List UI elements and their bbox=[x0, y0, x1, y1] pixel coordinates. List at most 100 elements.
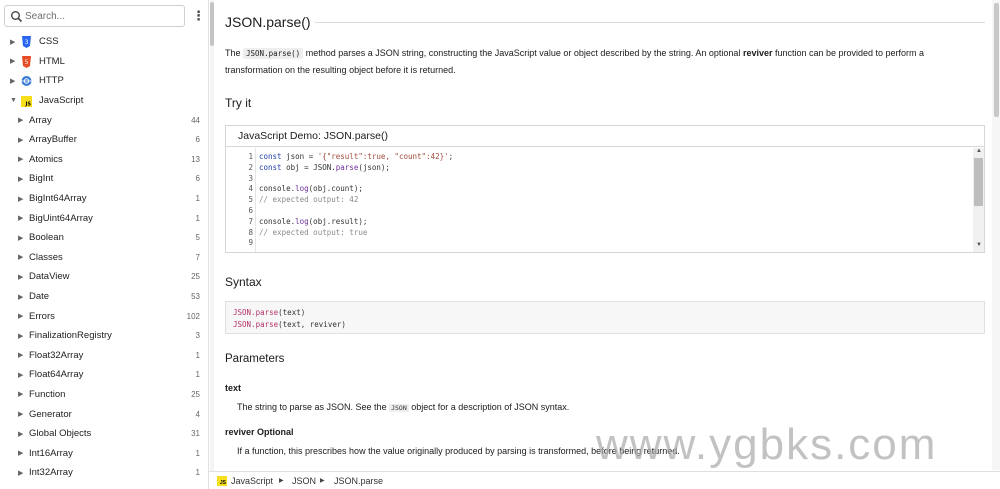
main-scrollbar-thumb[interactable] bbox=[994, 3, 999, 117]
tree-item-http[interactable]: ▶ HTTP bbox=[0, 71, 208, 91]
expand-arrow-icon[interactable]: ▶ bbox=[18, 175, 23, 183]
tree-item-css[interactable]: ▶ 3 CSS bbox=[0, 32, 208, 52]
item-count: 102 bbox=[186, 311, 200, 321]
sidebar-item-bigint64array[interactable]: ▶ BigInt64Array 1 bbox=[0, 189, 208, 209]
sidebar-item-function[interactable]: ▶ Function 25 bbox=[0, 385, 208, 405]
expand-arrow-icon[interactable]: ▶ bbox=[18, 116, 23, 124]
expand-arrow-icon[interactable]: ▶ bbox=[10, 77, 15, 85]
item-count: 6 bbox=[195, 135, 200, 145]
intro-paragraph: The JSON.parse() method parses a JSON st… bbox=[225, 45, 965, 78]
expand-arrow-icon[interactable]: ▶ bbox=[18, 312, 23, 320]
js-square-icon: JS bbox=[21, 95, 32, 107]
sidebar-item-int16array[interactable]: ▶ Int16Array 1 bbox=[0, 443, 208, 463]
line-number: 7 bbox=[248, 216, 253, 226]
code-line: 3 bbox=[226, 173, 971, 184]
svg-text:3: 3 bbox=[25, 39, 29, 46]
tree-item-label: JavaScript bbox=[39, 95, 84, 107]
sidebar-item-biguint64array[interactable]: ▶ BigUint64Array 1 bbox=[0, 208, 208, 228]
expand-arrow-icon[interactable]: ▶ bbox=[18, 273, 23, 281]
intro-text: method parses a JSON string, constructin… bbox=[303, 48, 743, 58]
http-globe-icon bbox=[21, 76, 32, 87]
sidebar-item-date[interactable]: ▶ Date 53 bbox=[0, 287, 208, 307]
sidebar-item-int32array[interactable]: ▶ Int32Array 1 bbox=[0, 463, 208, 483]
sidebar: ⋮ ▶ 3 CSS ▶ 5 HTML ▶ HTTP ▼ JS JavaScrip… bbox=[0, 0, 209, 489]
sidebar-item-dataview[interactable]: ▶ DataView 25 bbox=[0, 267, 208, 287]
sidebar-item-bigint[interactable]: ▶ BigInt 6 bbox=[0, 169, 208, 189]
breadcrumb-item[interactable]: JavaScript bbox=[231, 476, 273, 486]
sidebar-scrollbar-thumb[interactable] bbox=[210, 2, 214, 46]
code-line: 6 bbox=[226, 205, 971, 216]
syntax-args: (text, reviver) bbox=[278, 320, 346, 329]
expand-arrow-icon[interactable]: ▶ bbox=[18, 195, 23, 203]
sidebar-item-finalizationregistry[interactable]: ▶ FinalizationRegistry 3 bbox=[0, 326, 208, 346]
code-line: 9 bbox=[226, 237, 971, 248]
editor-scrollbar-thumb[interactable] bbox=[974, 158, 983, 206]
more-options-icon[interactable]: ⋮ bbox=[192, 7, 205, 25]
search-icon bbox=[11, 11, 23, 23]
expand-arrow-icon[interactable]: ▶ bbox=[18, 155, 23, 163]
sidebar-scrollbar[interactable] bbox=[210, 0, 214, 489]
syntax-line: JSON.parse(text, reviver) bbox=[233, 320, 346, 329]
sidebar-item-float64array[interactable]: ▶ Float64Array 1 bbox=[0, 365, 208, 385]
json-link[interactable]: JSON bbox=[389, 404, 409, 412]
javascript-sub-list: ▶ Array 44 ▶ ArrayBuffer 6 ▶ Atomics 13 ▶ BigInt 6 ▶… bbox=[0, 110, 208, 482]
expand-arrow-icon[interactable]: ▶ bbox=[18, 293, 23, 301]
breadcrumb-item[interactable]: JSON bbox=[292, 476, 316, 486]
sidebar-item-array[interactable]: ▶ Array 44 bbox=[0, 110, 208, 130]
line-number: 5 bbox=[248, 195, 253, 205]
expand-arrow-icon[interactable]: ▶ bbox=[18, 469, 23, 477]
code-editor[interactable]: 1 const json = '{"result":true, "count":4… bbox=[226, 148, 971, 252]
main-content: JSON.parse() The JSON.parse() method par… bbox=[215, 0, 986, 470]
expand-arrow-icon[interactable]: ▶ bbox=[18, 371, 23, 379]
sidebar-item-classes[interactable]: ▶ Classes 7 bbox=[0, 248, 208, 268]
expand-arrow-icon[interactable]: ▶ bbox=[18, 214, 23, 222]
syntax-args: (text) bbox=[278, 308, 306, 317]
chevron-right-icon: ▶ bbox=[320, 478, 325, 484]
intro-text: The bbox=[225, 48, 244, 58]
sidebar-item-label: FinalizationRegistry bbox=[29, 330, 112, 342]
expand-arrow-icon[interactable]: ▶ bbox=[18, 234, 23, 242]
collapse-arrow-icon[interactable]: ▼ bbox=[10, 97, 17, 104]
tree-item-html[interactable]: ▶ 5 HTML bbox=[0, 52, 208, 72]
css-shield-icon: 3 bbox=[22, 36, 31, 48]
tree-item-javascript[interactable]: ▼ JS JavaScript bbox=[0, 91, 208, 111]
sidebar-item-float32array[interactable]: ▶ Float32Array 1 bbox=[0, 346, 208, 366]
search-row: ⋮ bbox=[4, 5, 205, 29]
sidebar-item-arraybuffer[interactable]: ▶ ArrayBuffer 6 bbox=[0, 130, 208, 150]
sidebar-item-label: Float64Array bbox=[29, 369, 84, 381]
sidebar-item-label: Classes bbox=[29, 251, 63, 263]
sidebar-item-atomics[interactable]: ▶ Atomics 13 bbox=[0, 150, 208, 170]
sidebar-item-boolean[interactable]: ▶ Boolean 5 bbox=[0, 228, 208, 248]
item-count: 1 bbox=[195, 468, 200, 478]
search-input[interactable] bbox=[25, 8, 181, 25]
try-it-heading: Try it bbox=[225, 96, 252, 110]
sidebar-item-generator[interactable]: ▶ Generator 4 bbox=[0, 404, 208, 424]
scroll-down-icon[interactable]: ▼ bbox=[976, 242, 982, 248]
breadcrumb-item[interactable]: JSON.parse bbox=[334, 476, 383, 486]
expand-arrow-icon[interactable]: ▶ bbox=[18, 253, 23, 261]
param-name-text: text bbox=[225, 383, 242, 393]
sidebar-item-label: Function bbox=[29, 388, 66, 400]
code-text: const json = '{"result":true, "count":42… bbox=[259, 152, 454, 161]
expand-arrow-icon[interactable]: ▶ bbox=[18, 390, 23, 398]
search-box[interactable] bbox=[4, 5, 185, 27]
expand-arrow-icon[interactable]: ▶ bbox=[18, 332, 23, 340]
expand-arrow-icon[interactable]: ▶ bbox=[10, 38, 15, 46]
expand-arrow-icon[interactable]: ▶ bbox=[18, 430, 23, 438]
expand-arrow-icon[interactable]: ▶ bbox=[18, 449, 23, 457]
code-line: 7 console.log(obj.result); bbox=[226, 216, 971, 227]
sidebar-item-global-objects[interactable]: ▶ Global Objects 31 bbox=[0, 424, 208, 444]
sidebar-item-errors[interactable]: ▶ Errors 102 bbox=[0, 306, 208, 326]
expand-arrow-icon[interactable]: ▶ bbox=[10, 57, 15, 65]
item-count: 4 bbox=[195, 409, 200, 419]
parameters-heading: Parameters bbox=[225, 353, 285, 365]
expand-arrow-icon[interactable]: ▶ bbox=[18, 136, 23, 144]
scroll-up-icon[interactable]: ▲ bbox=[976, 148, 982, 154]
sidebar-item-label: Atomics bbox=[29, 153, 63, 165]
expand-arrow-icon[interactable]: ▶ bbox=[18, 351, 23, 359]
expand-arrow-icon[interactable]: ▶ bbox=[18, 410, 23, 418]
tree-item-label: HTML bbox=[39, 55, 65, 67]
title-divider bbox=[315, 22, 985, 23]
html-shield-icon: 5 bbox=[22, 55, 31, 68]
sidebar-item-label: Generator bbox=[29, 408, 72, 420]
